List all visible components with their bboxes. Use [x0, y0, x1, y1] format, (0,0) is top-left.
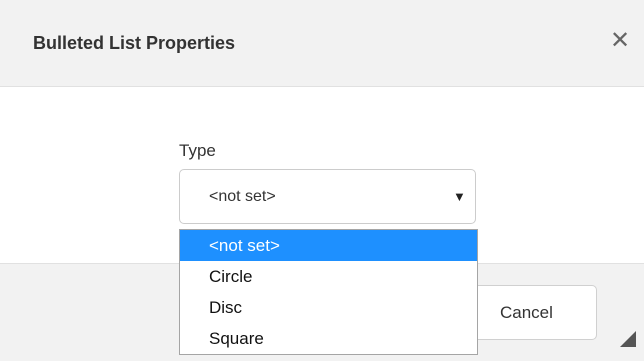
- option-circle[interactable]: Circle: [180, 261, 477, 292]
- dialog-title: Bulleted List Properties: [33, 33, 236, 53]
- dialog-header: Bulleted List Properties ✕: [0, 0, 644, 87]
- cancel-button-label: Cancel: [500, 303, 553, 322]
- cancel-button[interactable]: Cancel: [460, 285, 597, 340]
- type-dropdown-list: <not set> Circle Disc Square: [179, 229, 478, 355]
- chevron-down-icon: ▼: [453, 189, 466, 204]
- option-not-set[interactable]: <not set>: [180, 230, 477, 261]
- option-square[interactable]: Square: [180, 323, 477, 354]
- bulleted-list-properties-dialog: Bulleted List Properties ✕ Type <not set…: [0, 0, 644, 361]
- close-icon[interactable]: ✕: [606, 27, 634, 55]
- type-select-value: <not set>: [209, 188, 276, 205]
- resize-grip-icon[interactable]: [620, 331, 636, 347]
- option-disc[interactable]: Disc: [180, 292, 477, 323]
- type-select[interactable]: <not set> ▼: [179, 169, 476, 224]
- type-label: Type: [179, 141, 216, 160]
